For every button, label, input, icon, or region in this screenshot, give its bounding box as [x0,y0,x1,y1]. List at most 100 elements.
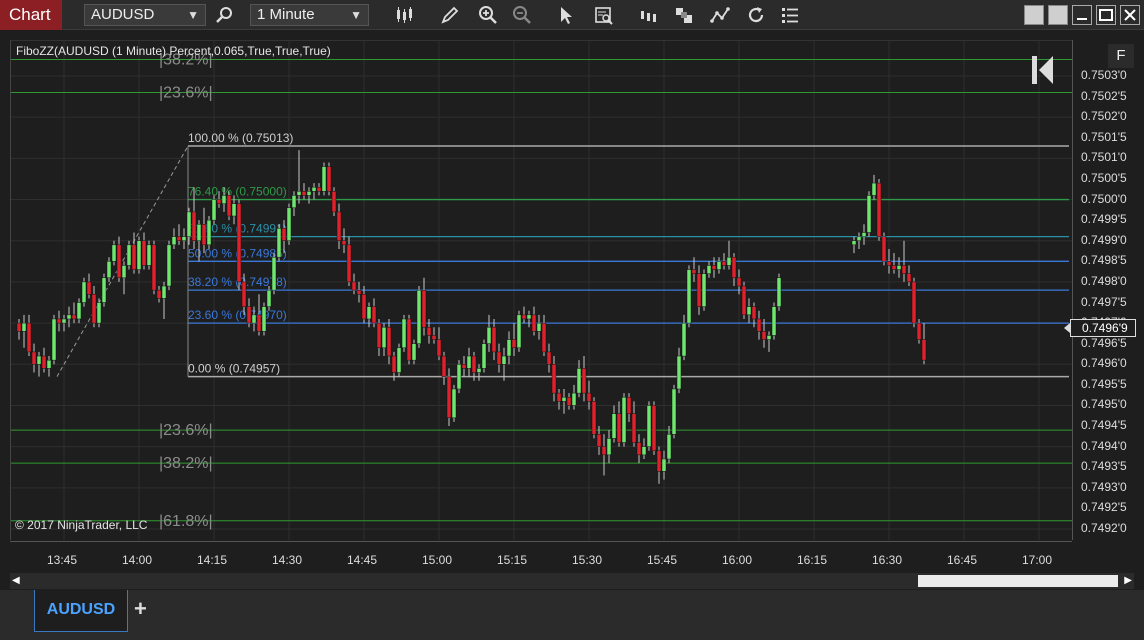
candle-body [41,355,47,369]
candle-body [721,261,727,266]
time-tick-label: 16:00 [722,553,753,567]
candle-body [176,236,182,241]
tile-window-button[interactable] [1024,5,1044,25]
bars-type-icon[interactable] [392,3,416,27]
data-box-icon[interactable] [592,3,616,27]
candle-body [16,322,22,332]
candle-body [491,326,497,353]
horizontal-scrollbar[interactable]: ◀ ▶ [10,573,1134,589]
candle-body [226,195,232,217]
scrollbar-thumb[interactable] [918,575,1118,587]
candle-body [531,314,537,332]
fib-level-label: 23.60 % (0.74970) [188,308,287,322]
candle-body [771,306,777,336]
candle-body [706,265,712,274]
candle-body [896,265,902,270]
layer-icon[interactable] [672,3,696,27]
candle-body [601,446,607,456]
candle-body [636,442,642,456]
price-tick-label: 0.7500'0 [1081,191,1127,206]
time-tick-label: 16:45 [947,553,978,567]
candle-body [301,191,307,196]
candle-body [231,203,237,217]
add-tab-button[interactable]: + [134,598,152,620]
price-tick-label: 0.7498'5 [1081,253,1127,268]
candle-body [886,261,892,266]
candle-body [221,195,227,204]
chevron-down-icon: ▼ [187,8,199,22]
candle-body [261,306,267,332]
instrument-value: AUDUSD [91,6,155,23]
strategies-icon[interactable] [708,3,732,27]
candle-body [346,244,352,283]
time-tick-label: 15:00 [422,553,453,567]
price-chart[interactable]: |38.2%||23.6%||23.6%||38.2%||61.8%|100.0… [11,41,1072,540]
price-axis[interactable]: 0.7503'0 0.7502'5 0.7502'0 0.7501'5 0.7501'0… [1072,40,1144,540]
search-icon[interactable] [212,3,236,27]
candle-body [71,314,77,320]
candle-body [856,236,862,241]
candle-body [661,458,667,472]
scroll-left-icon[interactable]: ◀ [12,575,20,586]
maximize-button[interactable] [1096,5,1116,25]
f-button[interactable]: F [1108,44,1134,68]
candle-body [611,413,617,439]
candle-body [241,281,247,307]
minimize-button[interactable] [1072,5,1092,25]
reload-icon[interactable] [744,3,768,27]
candle-body [506,339,512,357]
candle-body [136,240,142,270]
candle-body [286,207,292,241]
candle-body [476,368,482,373]
candle-body [581,368,587,394]
candle-body [101,277,107,303]
instrument-select[interactable]: AUDUSD ▼ [84,4,206,26]
tile-window-button-2[interactable] [1048,5,1068,25]
time-axis[interactable]: 13:45 14:00 14:15 14:30 14:45 15:00 15:15 15:30… [10,541,1072,571]
candle-body [411,343,417,361]
candle-body [871,182,877,196]
candle-body [326,166,332,192]
price-tick-label: 0.7499'0 [1081,232,1127,247]
interval-value: 1 Minute [257,6,315,23]
price-tick-label: 0.7500'5 [1081,170,1127,185]
candle-body [271,256,277,291]
pencil-icon[interactable] [438,3,462,27]
candle-body [751,306,757,320]
candle-body [406,318,412,361]
price-tick-label: 0.7494'5 [1081,418,1127,433]
interval-select[interactable]: 1 Minute ▼ [250,4,369,26]
tab-audusd[interactable]: AUDUSD [34,590,128,632]
pointer-icon[interactable] [554,3,578,27]
scroll-right-icon[interactable]: ▶ [1124,575,1132,586]
bar-spacing-icon[interactable] [636,3,660,27]
scroll-to-start-icon[interactable] [1031,53,1055,87]
fib-level-label: 100.00 % (0.75013) [188,131,293,145]
zoom-in-icon[interactable] [476,3,500,27]
candle-body [701,273,707,307]
chart-panel[interactable]: |38.2%| |23.6%| |23.6%| |38.2%| |61.8%| 100.0… [10,40,1072,540]
candle-body [651,405,657,452]
candle-body [46,359,52,369]
candle-body [551,364,557,394]
time-tick-label: 14:30 [272,553,303,567]
candle-body [146,244,152,266]
chart-window-title: Chart [0,0,62,30]
candle-body [86,281,92,295]
close-button[interactable] [1120,5,1140,25]
candle-body [446,376,452,419]
candle-body [741,285,747,316]
price-tick-label: 0.7499'5 [1081,212,1127,227]
candle-body [586,392,592,402]
properties-icon[interactable] [778,3,802,27]
zoom-out-icon[interactable] [510,3,534,27]
candle-body [376,322,382,349]
candle-body [181,236,187,241]
candle-body [391,355,397,373]
candle-body [546,351,552,365]
time-tick-label: 15:30 [572,553,603,567]
last-price-marker: 0.7496'9 [1064,319,1136,337]
price-tick-label: 0.7502'5 [1081,88,1127,103]
candle-body [501,355,507,365]
fib-extension-label: |23.6%| [159,422,213,439]
